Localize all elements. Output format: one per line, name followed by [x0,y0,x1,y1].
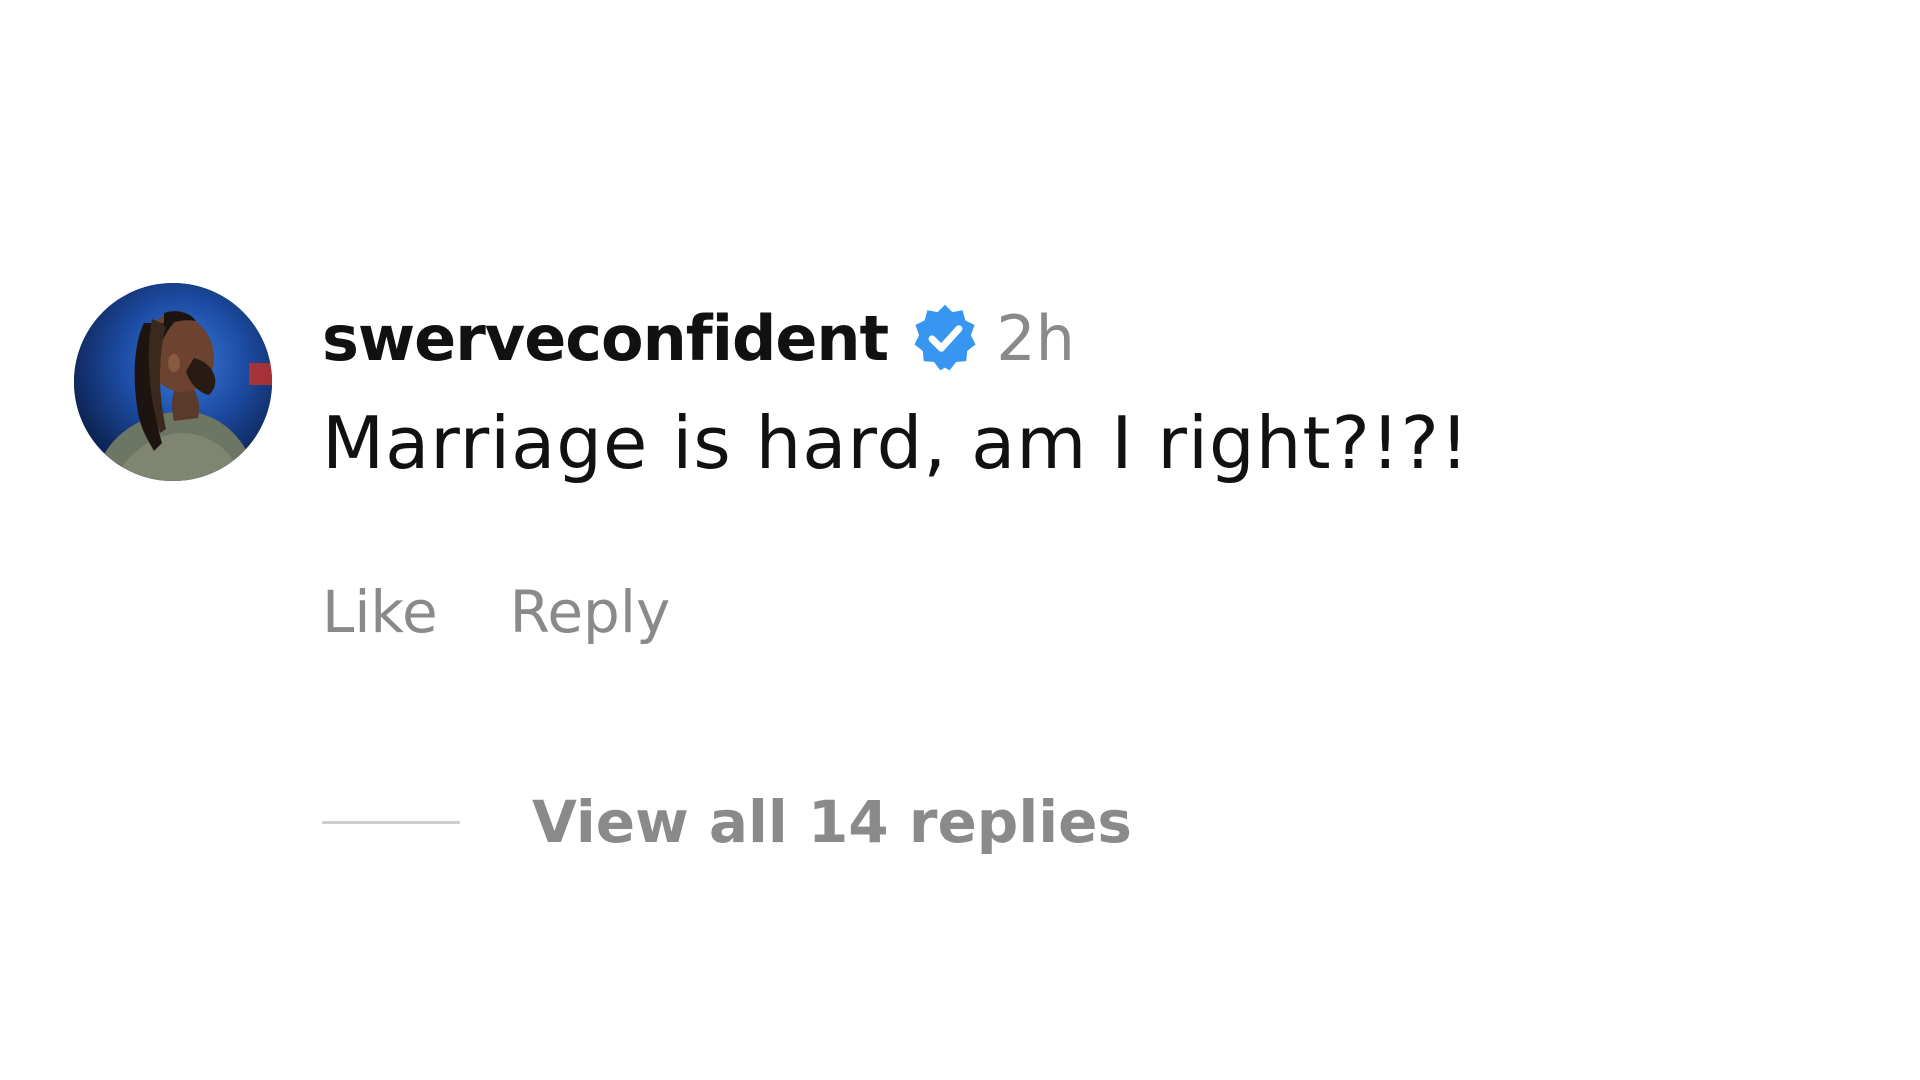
comment-screen: swerveconfident 2h Marriage is hard, am … [0,0,1920,1080]
like-button[interactable]: Like [322,578,438,646]
verified-badge-icon [908,301,982,375]
timestamp: 2h [996,301,1075,375]
replies-divider [322,820,460,824]
reply-button[interactable]: Reply [510,578,671,646]
username-link[interactable]: swerveconfident [322,302,889,375]
view-replies-row: View all 14 replies [322,788,1132,856]
comment-body: swerveconfident 2h Marriage is hard, am … [322,283,1469,856]
view-replies-button[interactable]: View all 14 replies [532,788,1132,856]
comment-text: Marriage is hard, am I right?!?! [322,401,1470,485]
comment-header: swerveconfident 2h [322,288,1075,388]
avatar-image [74,283,272,481]
avatar[interactable] [74,283,272,481]
comment-actions: Like Reply [322,578,670,646]
